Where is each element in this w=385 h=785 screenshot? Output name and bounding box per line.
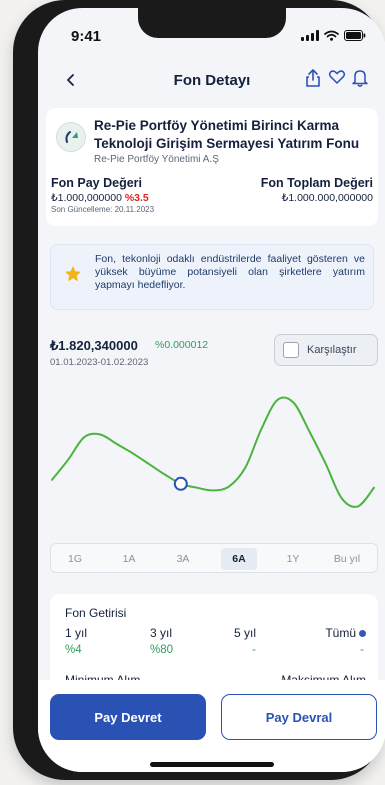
unit-value: ₺1.000,000000 %3.5 [51, 192, 149, 204]
return-label-5y: 5 yıl [234, 626, 257, 640]
unit-value-change: %3.5 [124, 192, 149, 204]
device-notch [138, 8, 286, 38]
total-value-label: Fon Toplam Değeri [260, 176, 373, 190]
range-tab[interactable]: 1A [111, 548, 147, 570]
returns-title: Fon Getirisi [65, 606, 127, 620]
return-label-3y: 3 yıl [150, 626, 173, 640]
last-updated: Son Güncelleme: 20.11.2023 [51, 205, 155, 214]
status-icons [301, 30, 366, 41]
re-pie-logo-icon [65, 131, 78, 143]
compare-label: Karşılaştır [307, 344, 357, 356]
bell-icon[interactable] [352, 68, 368, 87]
return-value-3y: %80 [150, 644, 174, 656]
signal-icon [301, 30, 319, 41]
phone-frame: 9:41 Fon Detayı Re-Pie Portföy Yönetimi … [13, 0, 385, 780]
range-tab[interactable]: 1G [57, 548, 93, 570]
share-icon[interactable] [304, 68, 322, 88]
fund-logo [56, 122, 86, 152]
range-tab[interactable]: 1Y [275, 548, 311, 570]
status-time: 9:41 [71, 28, 102, 45]
return-label-all-text: Tümü [325, 626, 356, 640]
return-value-1y: %4 [65, 644, 82, 656]
return-value-5y: - [252, 644, 256, 656]
chart-price-change: %0.000012 [155, 339, 209, 351]
wifi-icon [324, 30, 339, 41]
star-icon [65, 266, 81, 282]
time-range-selector: 1G 1A 3A 6A 1Y Bu yıl [50, 543, 378, 573]
range-tab[interactable]: 3A [165, 548, 201, 570]
fund-company: Re-Pie Portföy Yönetimi A.Ş [94, 154, 219, 165]
info-icon[interactable] [359, 630, 366, 638]
fund-description-box: Fon, tekonloji odaklı endüstrilerde faal… [50, 244, 374, 310]
return-label-all: Tümü [325, 626, 366, 640]
chart-selected-point[interactable] [173, 476, 188, 491]
unit-value-amount: ₺1.000,000000 [51, 192, 122, 204]
home-indicator [150, 762, 274, 767]
fund-summary-card: Re-Pie Portföy Yönetimi Birinci Karma Te… [46, 108, 378, 226]
range-tab[interactable]: Bu yıl [329, 548, 365, 570]
chart-date-range: 01.01.2023-01.02.2023 [50, 357, 149, 368]
return-value-all: - [360, 644, 364, 656]
range-tab[interactable]: 6A [221, 548, 257, 570]
fund-name: Re-Pie Portföy Yönetimi Birinci Karma Te… [94, 118, 360, 151]
fund-description: Fon, tekonloji odaklı endüstrilerde faal… [95, 253, 365, 291]
chart-price: ₺1.820,340000 [50, 338, 138, 353]
unit-value-label: Fon Pay Değeri [51, 176, 142, 190]
compare-checkbox[interactable] [283, 342, 299, 358]
chart-series-line [51, 396, 375, 508]
return-label-1y: 1 yıl [65, 626, 88, 640]
pay-devret-button[interactable]: Pay Devret [50, 694, 206, 740]
battery-icon [344, 30, 366, 41]
price-chart[interactable] [48, 378, 378, 523]
app-screen: 9:41 Fon Detayı Re-Pie Portföy Yönetimi … [38, 8, 385, 772]
pay-devral-button[interactable]: Pay Devral [221, 694, 377, 740]
header-actions [304, 68, 368, 88]
compare-toggle[interactable]: Karşılaştır [274, 334, 378, 366]
heart-icon[interactable] [328, 68, 346, 86]
bottom-action-bar: Pay Devret Pay Devral [38, 680, 385, 772]
total-value: ₺1.000.000,000000 [281, 192, 373, 204]
